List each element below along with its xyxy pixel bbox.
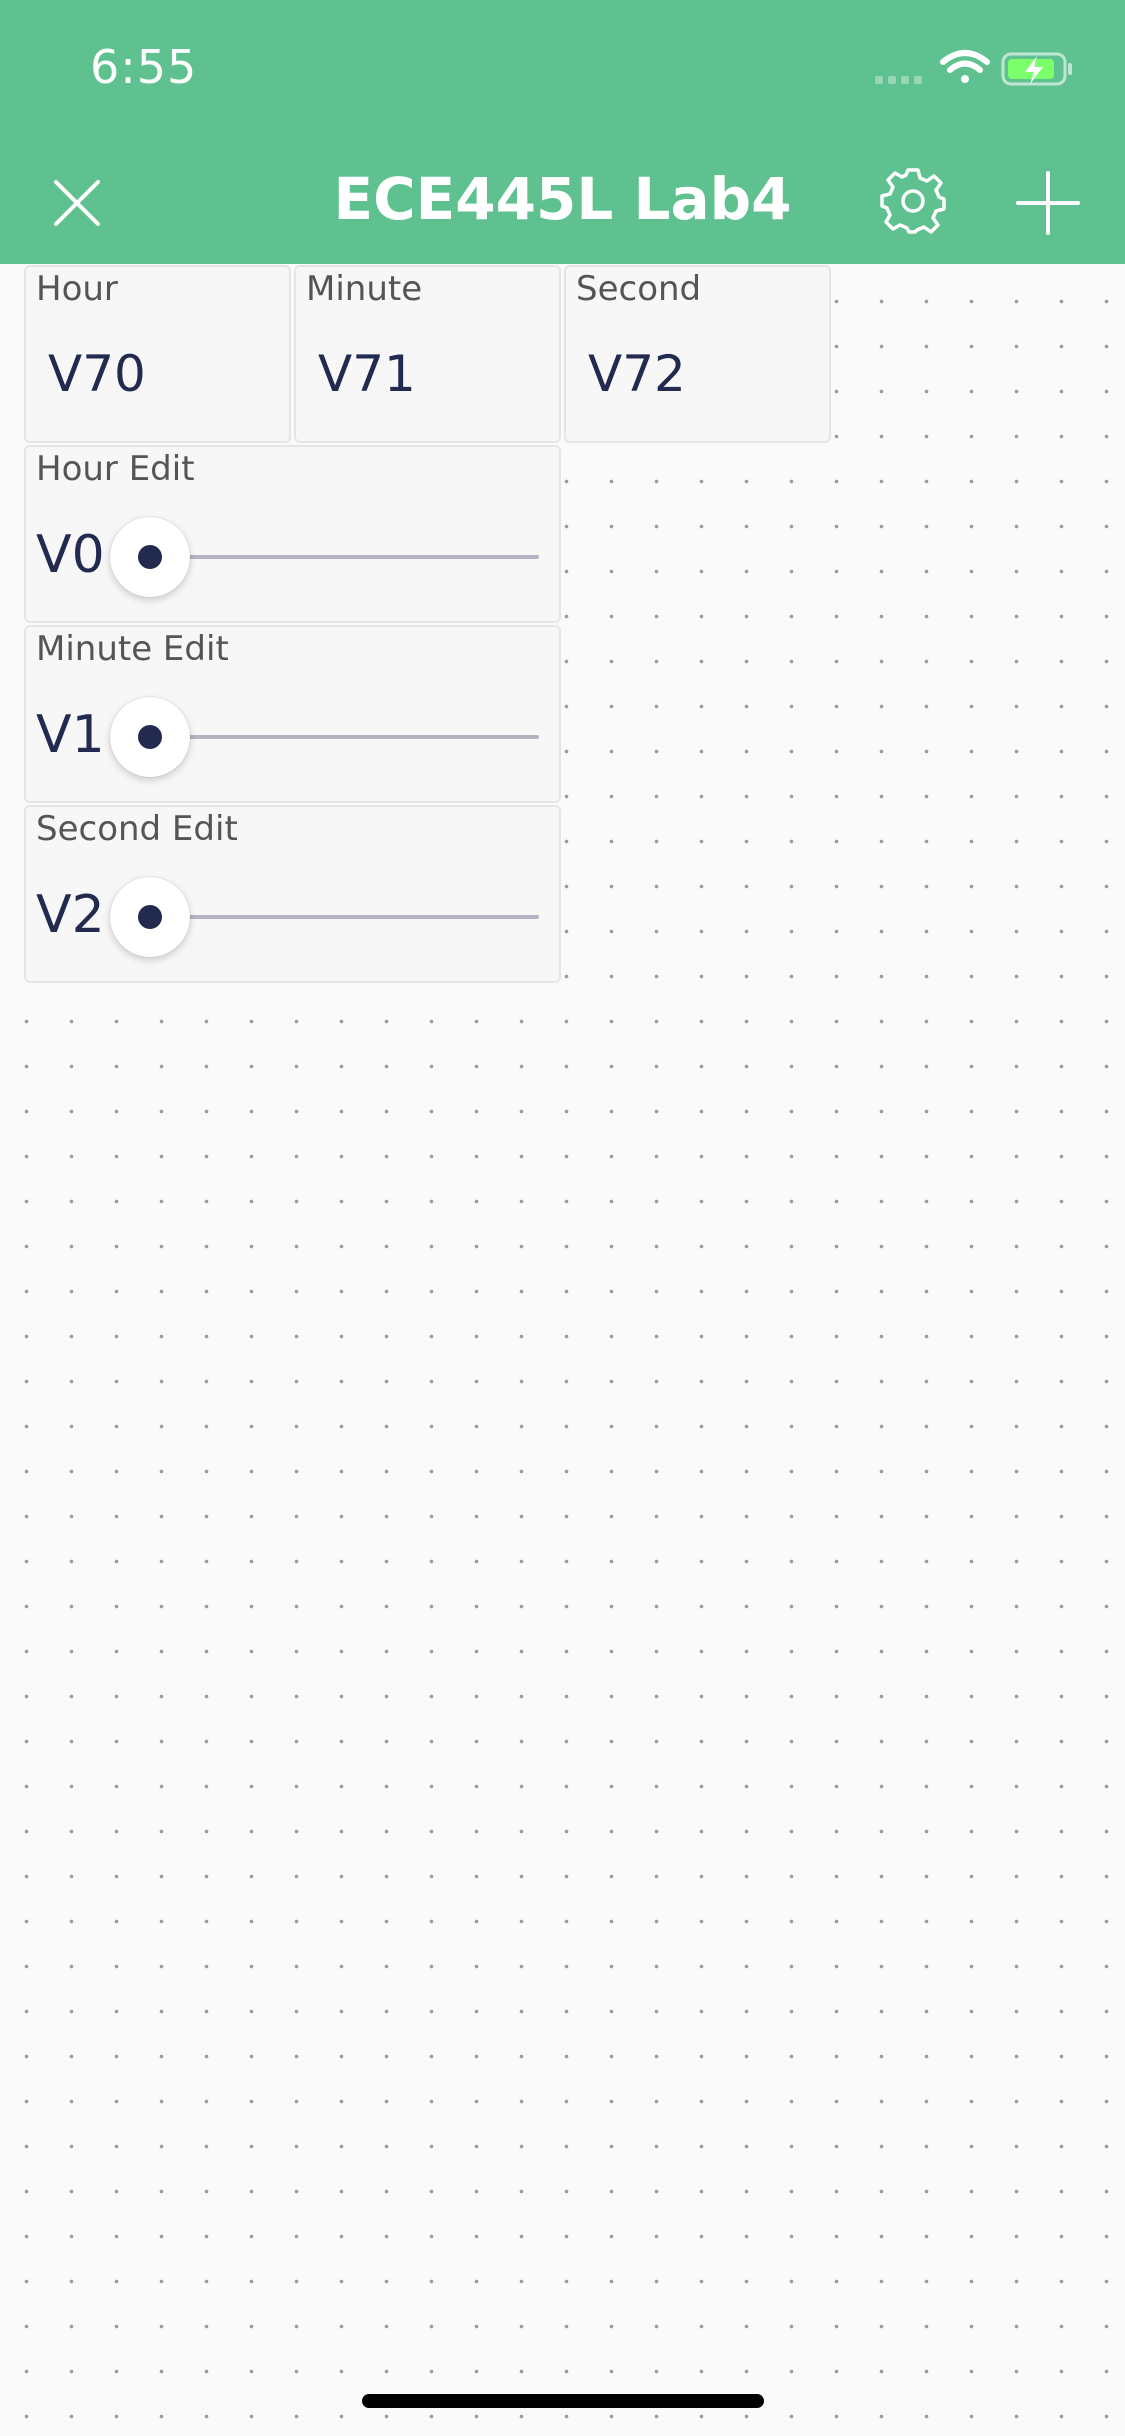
app-header: 6:55 ECE445L Lab4 [0, 0, 1125, 264]
widget-label: Second [576, 269, 702, 309]
home-indicator[interactable] [362, 2394, 764, 2408]
widget-label: Hour Edit [36, 449, 195, 489]
slider-pin: V0 [36, 525, 105, 585]
slider-track[interactable] [176, 735, 539, 739]
gear-icon [880, 168, 946, 234]
slider-thumb[interactable] [110, 697, 190, 777]
slider-thumb[interactable] [110, 517, 190, 597]
second-display-widget[interactable]: Second V72 [564, 265, 831, 443]
minute-slider-widget[interactable]: Minute Edit V1 [24, 625, 561, 803]
widget-label: Second Edit [36, 809, 238, 849]
widget-value: V70 [48, 345, 146, 403]
widget-label: Minute Edit [36, 629, 229, 669]
widget-value: V72 [588, 345, 686, 403]
slider-pin: V1 [36, 705, 105, 765]
cellular-signal-icon [875, 76, 922, 84]
slider-track[interactable] [176, 915, 539, 919]
hour-display-widget[interactable]: Hour V70 [24, 265, 291, 443]
slider-track[interactable] [176, 555, 539, 559]
wifi-icon [940, 50, 990, 83]
second-slider-widget[interactable]: Second Edit V2 [24, 805, 561, 983]
widget-label: Minute [306, 269, 423, 309]
slider-thumb[interactable] [110, 877, 190, 957]
add-widget-button[interactable] [1003, 158, 1093, 248]
widget-value: V71 [318, 345, 416, 403]
status-time: 6:55 [90, 40, 198, 94]
widget-label: Hour [36, 269, 118, 309]
plus-icon [1016, 171, 1080, 235]
settings-button[interactable] [868, 156, 958, 246]
slider-pin: V2 [36, 885, 105, 945]
battery-charging-icon [1001, 52, 1072, 86]
minute-display-widget[interactable]: Minute V71 [294, 265, 561, 443]
hour-slider-widget[interactable]: Hour Edit V0 [24, 445, 561, 623]
status-icons [875, 50, 1072, 86]
